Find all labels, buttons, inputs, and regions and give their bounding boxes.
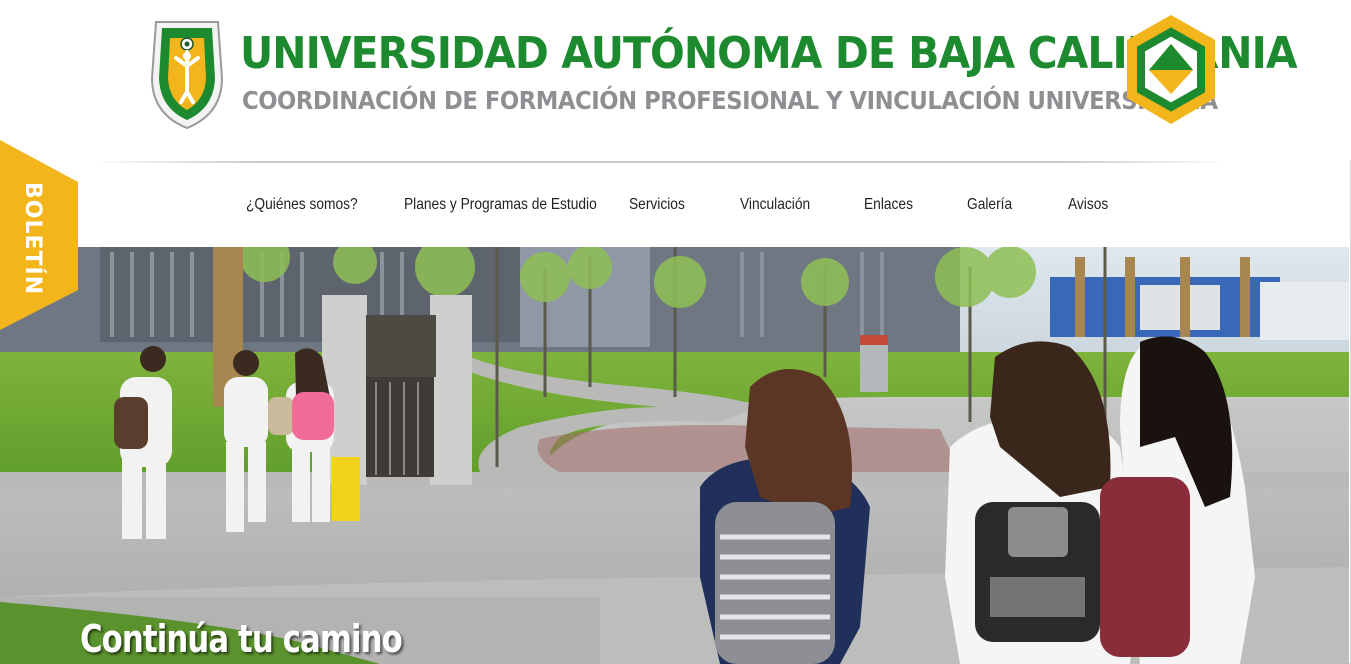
campus-photo xyxy=(0,247,1349,664)
nav-item-enlaces[interactable]: Enlaces xyxy=(864,196,913,214)
site-header: UNIVERSIDAD AUTÓNOMA DE BAJA CALIFORNIA … xyxy=(0,0,1351,160)
nav-item-vinculacion[interactable]: Vinculación xyxy=(740,196,810,214)
coordination-hexagon-logo[interactable] xyxy=(1123,12,1219,130)
header-divider xyxy=(90,161,1230,163)
nav-item-galeria[interactable]: Galería xyxy=(967,196,1012,214)
nav-item-avisos[interactable]: Avisos xyxy=(1068,196,1108,214)
hero-banner: Continúa tu camino xyxy=(0,247,1349,664)
hero-caption: Continúa tu camino xyxy=(80,617,403,661)
boletin-label[interactable]: BOLETÍN xyxy=(20,182,45,295)
nav-item-planes-programas[interactable]: Planes y Programas de Estudio xyxy=(404,196,597,214)
nav-item-quienes-somos[interactable]: ¿Quiénes somos? xyxy=(246,196,358,214)
university-seal-logo[interactable] xyxy=(148,18,226,132)
main-navigation: ¿Quiénes somos? Planes y Programas de Es… xyxy=(0,165,1351,247)
department-name: COORDINACIÓN DE FORMACIÓN PROFESIONAL Y … xyxy=(242,86,1218,115)
nav-item-servicios[interactable]: Servicios xyxy=(629,196,685,214)
